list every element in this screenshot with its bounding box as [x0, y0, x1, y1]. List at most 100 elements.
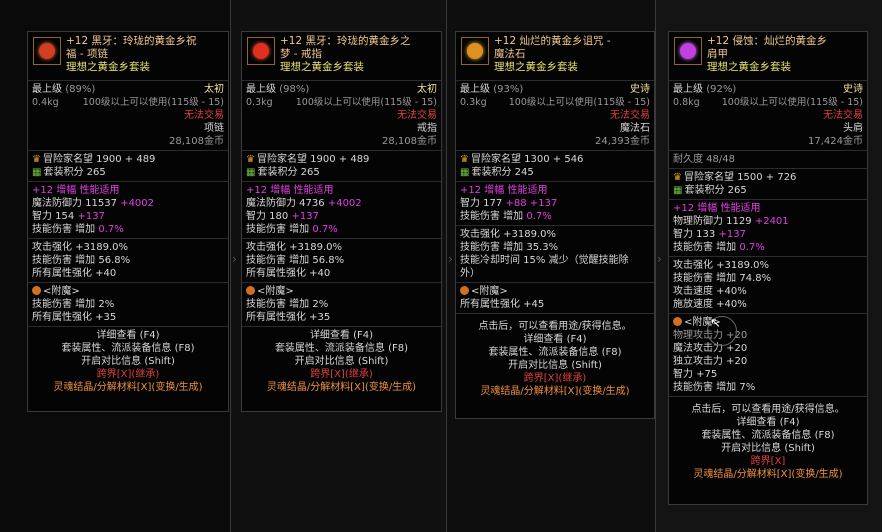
- item-name-line1: +12 黑牙：玲珑的黄金乡祝: [66, 35, 197, 47]
- stat-bonus: +4002: [327, 198, 362, 209]
- option-line: 外）: [460, 268, 480, 279]
- stat-name: 智力 154: [32, 211, 75, 222]
- stat-name: 智力 177: [460, 198, 503, 209]
- transfer-hint[interactable]: 跨界[X]: [669, 455, 867, 468]
- stat-name: 智力 180: [246, 211, 289, 222]
- trade-status: 无法交易: [397, 110, 437, 121]
- soul-crystal-hint[interactable]: 灵魂结晶/分解材料[X](变换/生成): [242, 381, 441, 394]
- magic-stone-icon: [461, 37, 489, 65]
- fame-section: ♛ 冒险家名望 1500 + 726 ▦ 套装积分 265: [669, 169, 867, 200]
- transfer-hint[interactable]: 跨界[X](继承): [456, 372, 654, 385]
- chevron-right-icon: ›: [232, 252, 237, 266]
- tooltip-header: +12 黑牙：玲珑的黄金乡之 梦 - 戒指 理想之黄金乡套装: [242, 32, 441, 81]
- item-type: 项链: [204, 123, 224, 134]
- compare-hint[interactable]: 开启对比信息 (Shift): [669, 442, 867, 455]
- enchant-line: 魔法攻击力 +20: [673, 343, 748, 354]
- fame-value: 冒险家名望 1500 + 726: [683, 172, 797, 183]
- stat-bonus: +88: [505, 198, 527, 209]
- option-line: 攻击强化 +3189.0%: [246, 242, 343, 253]
- detail-view-hint[interactable]: 详细查看 (F4): [669, 416, 867, 429]
- weight: 0.8kg: [673, 97, 700, 108]
- basic-info-section: 最上级 (89%) 太初 0.4kg 100级以上可以使用(115级 - 15) 无…: [28, 81, 228, 151]
- set-points-icon: ▦: [246, 167, 256, 178]
- footer-section: 点击后，可以查看用途/获得信息。 详细查看 (F4) 套装属性、流派装备信息 (…: [456, 314, 654, 398]
- enchant-orb-icon: [460, 286, 469, 295]
- option-line: 攻击强化 +3189.0%: [460, 229, 557, 240]
- soul-crystal-hint[interactable]: 灵魂结晶/分解材料[X](变换/生成): [456, 385, 654, 398]
- stat-bonus: 0.7%: [739, 242, 765, 253]
- usage-hint[interactable]: 点击后，可以查看用途/获得信息。: [669, 403, 867, 416]
- transfer-hint[interactable]: 跨界[X](继承): [242, 368, 441, 381]
- grade-label: 最上级: [460, 84, 490, 95]
- grade-percent: (93%): [493, 84, 524, 95]
- stat-bonus: +137: [291, 211, 319, 222]
- detail-view-hint[interactable]: 详细查看 (F4): [28, 329, 228, 342]
- item-name-line2: 梦 - 戒指: [280, 48, 322, 60]
- stats-section: +12 增幅 性能适用 物理防御力 1129 +2401 智力 133 +137…: [669, 200, 867, 257]
- amplify-line: +12 增幅 性能适用: [673, 203, 761, 214]
- set-name: 理想之黄金乡套装: [707, 61, 791, 73]
- amplify-line: +12 增幅 性能适用: [246, 185, 334, 196]
- stat-name: 技能伤害 增加: [460, 211, 524, 222]
- usage-hint[interactable]: 点击后，可以查看用途/获得信息。: [456, 320, 654, 333]
- enchant-line: 物理攻击力 +20: [673, 330, 748, 341]
- item-tooltip-ring[interactable]: +12 黑牙：玲珑的黄金乡之 梦 - 戒指 理想之黄金乡套装 最上级 (98%)…: [241, 31, 442, 412]
- set-info-hint[interactable]: 套装属性、流派装备信息 (F8): [242, 342, 441, 355]
- detail-view-hint[interactable]: 详细查看 (F4): [242, 329, 441, 342]
- stat-bonus: +2401: [754, 216, 789, 227]
- enchant-section: <附魔> 技能伤害 增加 2% 所有属性强化 +35: [242, 283, 441, 327]
- transfer-hint[interactable]: 跨界[X](继承): [28, 368, 228, 381]
- enchant-line: 独立攻击力 +20: [673, 356, 748, 367]
- grade-label: 最上级: [32, 84, 62, 95]
- rarity-label: 太初: [417, 84, 437, 95]
- compare-hint[interactable]: 开启对比信息 (Shift): [28, 355, 228, 368]
- enchant-section: <附魔> 所有属性强化 +45: [456, 283, 654, 314]
- detail-view-hint[interactable]: 详细查看 (F4): [456, 333, 654, 346]
- item-tooltip-shoulder[interactable]: +12 侵蚀：灿烂的黄金乡 肩甲 理想之黄金乡套装 最上级 (92%) 史诗 0.…: [668, 31, 868, 505]
- stat-bonus: +4002: [120, 198, 155, 209]
- compare-hint[interactable]: 开启对比信息 (Shift): [242, 355, 441, 368]
- amplify-line: +12 增幅 性能适用: [32, 185, 120, 196]
- soul-crystal-hint[interactable]: 灵魂结晶/分解材料[X](变换/生成): [28, 381, 228, 394]
- option-line: 技能伤害 增加 74.8%: [673, 273, 772, 284]
- item-tooltip-magic-stone[interactable]: +12 灿烂的黄金乡诅咒 - 魔法石 理想之黄金乡套装 最上级 (93%) 史诗 …: [455, 31, 655, 419]
- options-section: 攻击强化 +3189.0% 技能伤害 增加 74.8% 攻击速度 +40% 施放…: [669, 257, 867, 314]
- mouse-cursor-icon: ↖: [710, 316, 721, 331]
- grade-percent: (92%): [706, 84, 737, 95]
- trade-status: 无法交易: [823, 110, 863, 121]
- compare-hint[interactable]: 开启对比信息 (Shift): [456, 359, 654, 372]
- stat-bonus: 0.7%: [98, 224, 124, 235]
- column-divider: [655, 0, 656, 532]
- crown-icon: ♛: [32, 154, 41, 165]
- set-info-hint[interactable]: 套装属性、流派装备信息 (F8): [28, 342, 228, 355]
- set-info-hint[interactable]: 套装属性、流派装备信息 (F8): [669, 429, 867, 442]
- column-divider: [230, 0, 231, 532]
- set-name: 理想之黄金乡套装: [66, 61, 150, 73]
- footer-section: 点击后，可以查看用途/获得信息。 详细查看 (F4) 套装属性、流派装备信息 (…: [669, 397, 867, 481]
- weight: 0.4kg: [32, 97, 59, 108]
- fame-section: ♛ 冒险家名望 1900 + 489 ▦ 套装积分 265: [28, 151, 228, 182]
- crown-icon: ♛: [673, 172, 682, 183]
- enchant-line: 技能伤害 增加 2%: [32, 299, 115, 310]
- option-line: 技能伤害 增加 56.8%: [32, 255, 131, 266]
- rarity-label: 史诗: [843, 84, 863, 95]
- soul-crystal-hint[interactable]: 灵魂结晶/分解材料[X](变换/生成): [669, 468, 867, 481]
- price: 24,393金币: [595, 136, 650, 147]
- item-name-line2: 福 - 项链: [66, 48, 108, 60]
- option-line: 技能冷却时间 15% 减少（觉醒技能除: [460, 255, 629, 266]
- stat-name: 魔法防御力 11537: [32, 198, 117, 209]
- option-line: 攻击速度 +40%: [673, 286, 747, 297]
- column-divider: [446, 0, 447, 532]
- item-tooltip-necklace[interactable]: +12 黑牙：玲珑的黄金乡祝 福 - 项链 理想之黄金乡套装 最上级 (89%)…: [27, 31, 229, 412]
- crown-icon: ♛: [460, 154, 469, 165]
- price: 28,108金币: [382, 136, 437, 147]
- set-info-hint[interactable]: 套装属性、流派装备信息 (F8): [456, 346, 654, 359]
- stat-name: 技能伤害 增加: [32, 224, 96, 235]
- option-line: 攻击强化 +3189.0%: [673, 260, 770, 271]
- set-points: 套装积分 265: [43, 167, 106, 178]
- weight: 0.3kg: [246, 97, 273, 108]
- stat-name: 物理防御力 1129: [673, 216, 752, 227]
- crown-icon: ♛: [246, 154, 255, 165]
- set-name: 理想之黄金乡套装: [280, 61, 364, 73]
- price: 17,424金币: [808, 136, 863, 147]
